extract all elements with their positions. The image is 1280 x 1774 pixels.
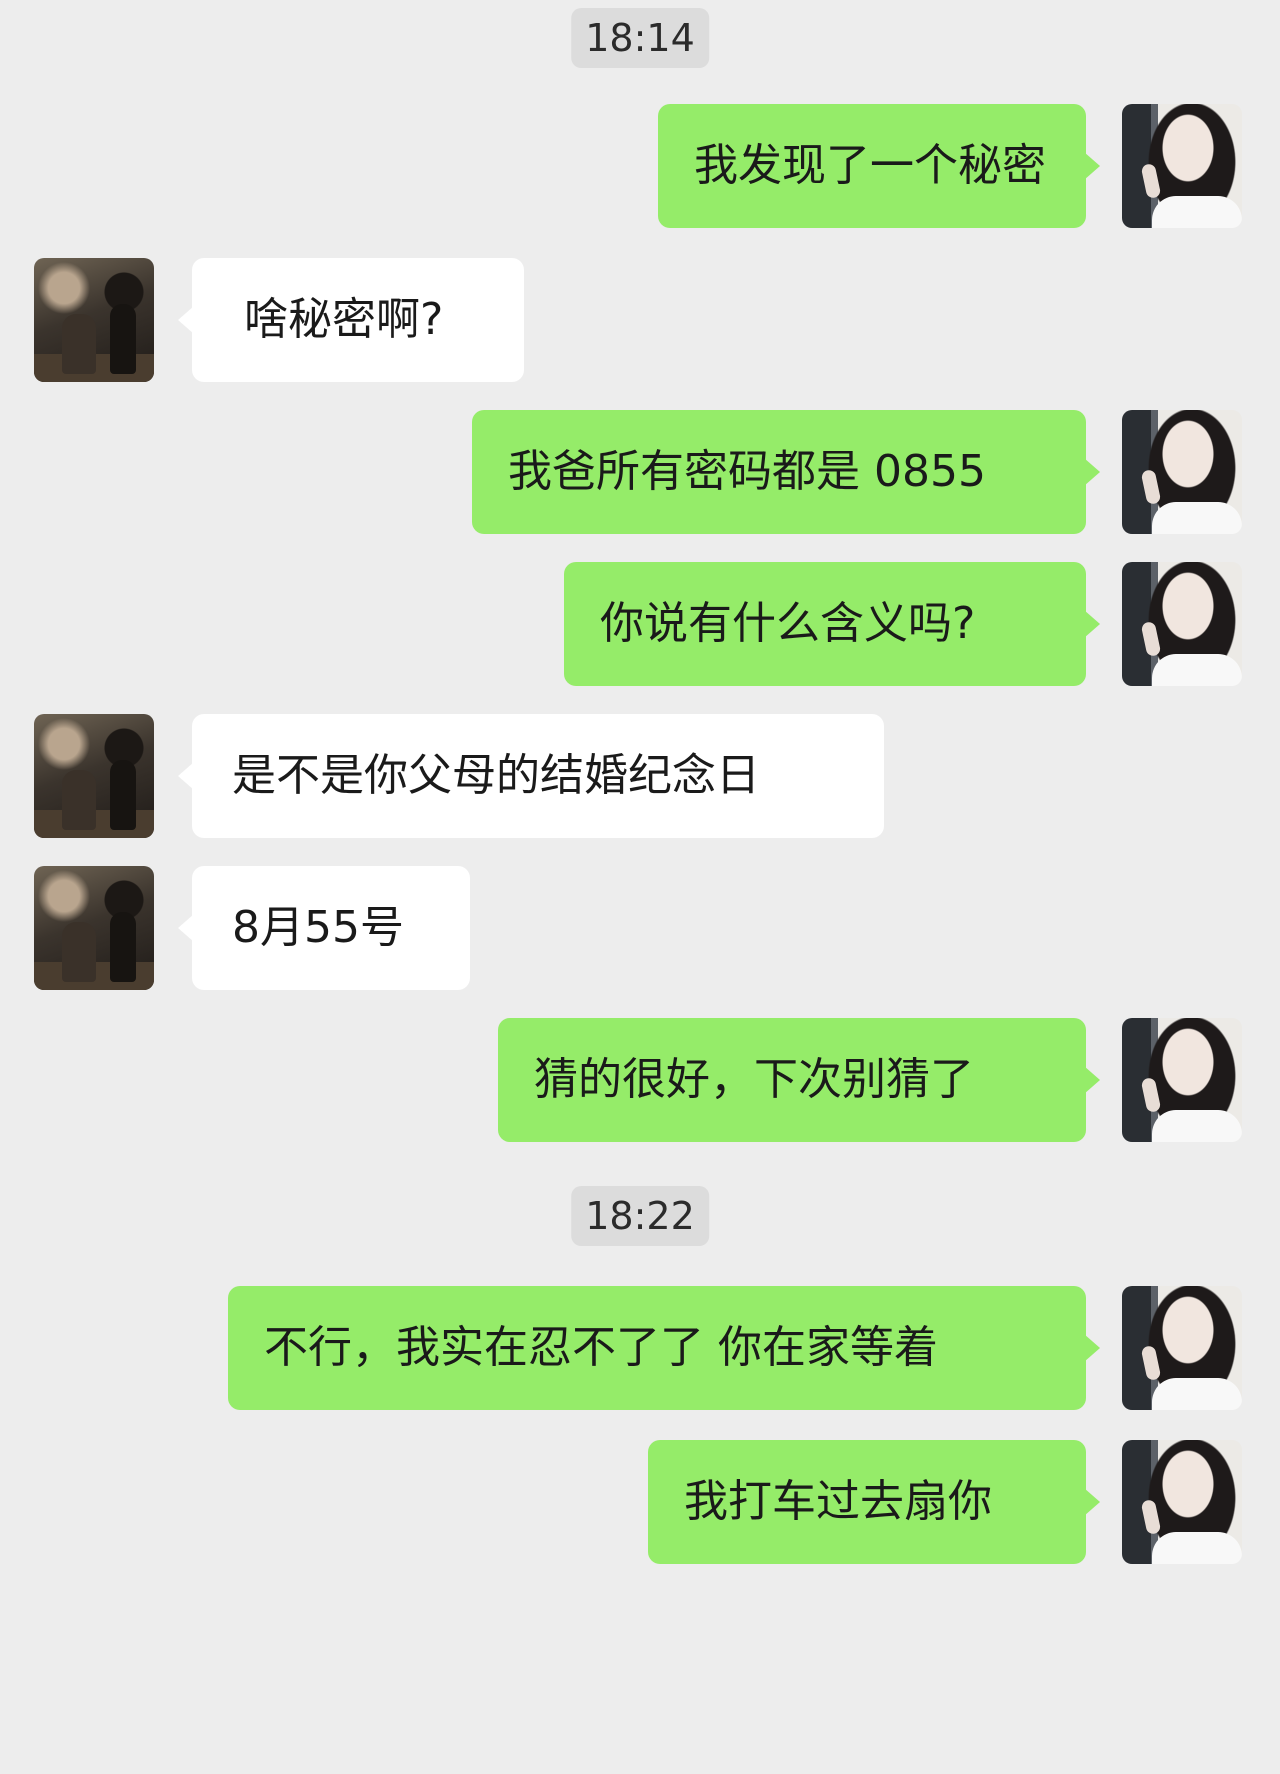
message-bubble[interactable]: 猜的很好，下次别猜了 [498,1018,1100,1142]
message-bubble[interactable]: 8月55号 [178,866,470,990]
message-bubble[interactable]: 我发现了一个秘密 [658,104,1100,228]
message-outgoing: 不行，我实在忍不了了 你在家等着 [0,1286,1280,1410]
message-incoming: 是不是你父母的结婚纪念日 [0,714,1280,838]
message-outgoing: 我发现了一个秘密 [0,104,1280,228]
message-outgoing: 猜的很好，下次别猜了 [0,1018,1280,1142]
timestamp: 18:14 [571,8,709,68]
avatar-contact[interactable] [34,258,154,382]
avatar-self[interactable] [1122,1286,1242,1410]
message-outgoing: 我打车过去扇你 [0,1440,1280,1564]
avatar-self[interactable] [1122,1440,1242,1564]
message-outgoing: 我爸所有密码都是 0855 [0,410,1280,534]
message-bubble[interactable]: 啥秘密啊? [178,258,524,382]
message-bubble[interactable]: 我爸所有密码都是 0855 [472,410,1100,534]
message-bubble[interactable]: 是不是你父母的结婚纪念日 [178,714,884,838]
chat-area[interactable]: 18:14 我发现了一个秘密 啥秘密啊? 我爸所有密码都是 0855 你说有什么… [0,0,1280,1774]
message-incoming: 8月55号 [0,866,1280,990]
avatar-self[interactable] [1122,410,1242,534]
avatar-contact[interactable] [34,714,154,838]
avatar-self[interactable] [1122,104,1242,228]
message-bubble[interactable]: 不行，我实在忍不了了 你在家等着 [228,1286,1100,1410]
message-incoming: 啥秘密啊? [0,258,1280,382]
message-bubble[interactable]: 你说有什么含义吗? [564,562,1100,686]
message-outgoing: 你说有什么含义吗? [0,562,1280,686]
message-bubble[interactable]: 我打车过去扇你 [648,1440,1100,1564]
avatar-self[interactable] [1122,1018,1242,1142]
timestamp: 18:22 [571,1186,709,1246]
avatar-contact[interactable] [34,866,154,990]
avatar-self[interactable] [1122,562,1242,686]
